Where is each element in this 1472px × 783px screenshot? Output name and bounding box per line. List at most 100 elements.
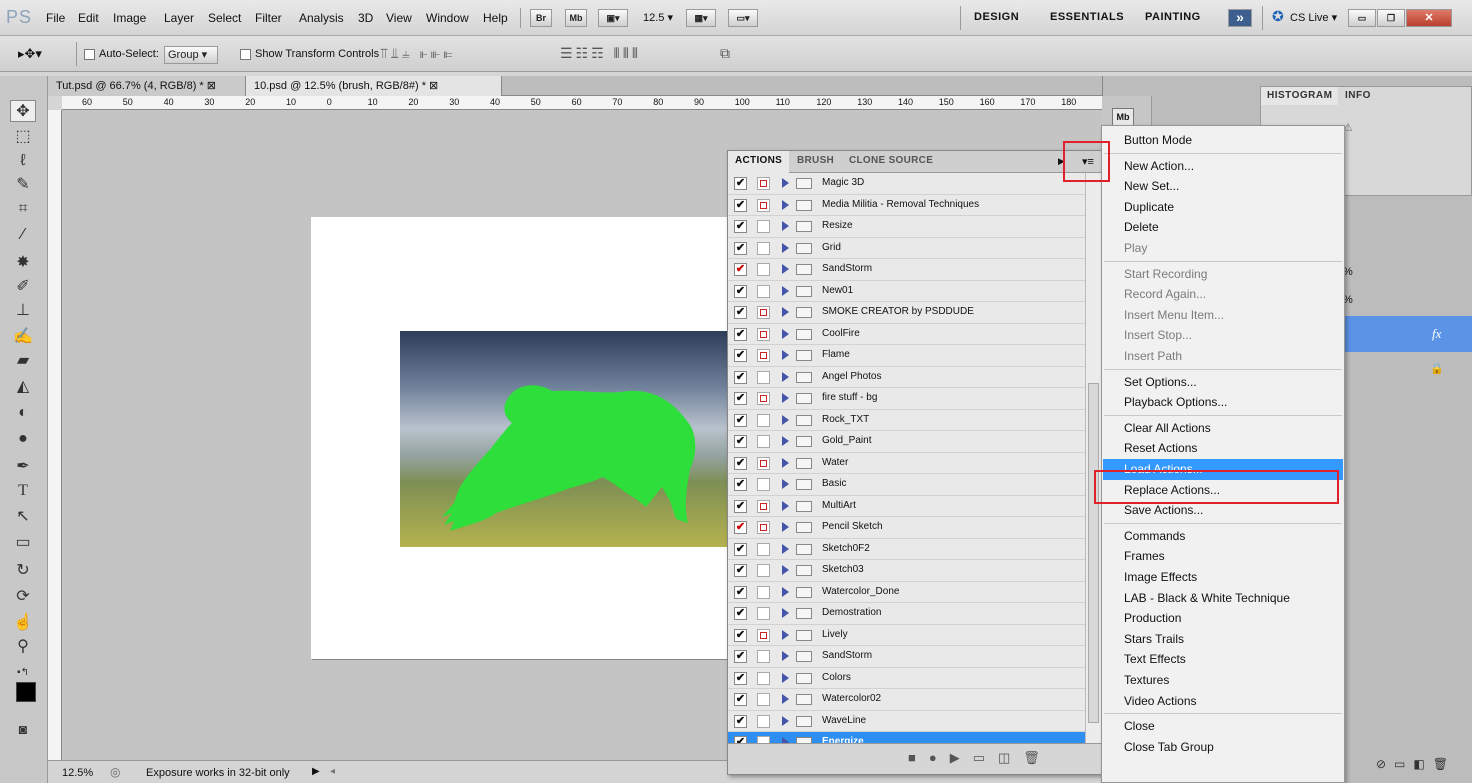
action-set-row[interactable]: ✔ Flame: [728, 345, 1085, 367]
distribute-buttons-icon[interactable]: ☰☷☶ ⦀⦀⦀: [560, 45, 641, 62]
menu-edit[interactable]: Edit: [78, 11, 99, 25]
zoom-tool-icon[interactable]: ⚲: [10, 636, 36, 658]
action-set-row[interactable]: ✔ MultiArt: [728, 496, 1085, 517]
close-window-button[interactable]: ✕: [1406, 9, 1452, 27]
action-set-row[interactable]: ✔ Watercolor_Done: [728, 582, 1085, 603]
align-buttons-icon[interactable]: ⫪⫫⫨ ⊩⊪⊫: [380, 45, 456, 62]
menu-item-text-effects[interactable]: Text Effects: [1103, 649, 1343, 670]
expand-triangle-icon[interactable]: [782, 264, 789, 274]
action-set-row[interactable]: ✔ Water: [728, 453, 1085, 474]
expand-triangle-icon[interactable]: [782, 543, 789, 554]
bridge-button[interactable]: Br: [530, 9, 552, 27]
menu-item-frames[interactable]: Frames: [1103, 546, 1343, 567]
menu-item-new-action[interactable]: New Action...: [1103, 156, 1343, 177]
dialog-toggle-checkbox[interactable]: [757, 177, 770, 190]
move-tool-icon[interactable]: ✥: [10, 100, 36, 122]
action-set-row[interactable]: ✔ Grid: [728, 238, 1085, 259]
action-set-row[interactable]: ✔ Rock_TXT: [728, 410, 1085, 431]
minimize-button[interactable]: ▭: [1348, 9, 1376, 27]
action-set-row[interactable]: ✔ fire stuff - bg: [728, 388, 1085, 410]
menu-item-stars-trails[interactable]: Stars Trails: [1103, 629, 1343, 650]
action-set-row[interactable]: ✔ Magic 3D: [728, 173, 1085, 195]
menu-filter[interactable]: Filter: [255, 11, 282, 25]
action-toggle-checkbox[interactable]: ✔: [734, 607, 747, 620]
rectangle-tool-icon[interactable]: ▭: [10, 532, 36, 554]
dialog-toggle-checkbox[interactable]: [757, 585, 770, 599]
foreground-color-swatch[interactable]: [16, 682, 36, 702]
expand-triangle-icon[interactable]: [782, 565, 789, 575]
swap-colors-icon[interactable]: ▪↰: [10, 662, 36, 684]
screen-mode-button[interactable]: ▭▾: [728, 9, 758, 27]
dialog-toggle-checkbox[interactable]: [757, 413, 770, 427]
hand-tool-icon[interactable]: ☝: [10, 612, 36, 634]
status-zoom[interactable]: 12.5%: [62, 767, 93, 779]
action-toggle-checkbox[interactable]: ✔: [734, 650, 747, 663]
menu-item-duplicate[interactable]: Duplicate: [1103, 197, 1343, 218]
tab-clone-source[interactable]: CLONE SOURCE: [842, 151, 940, 173]
action-toggle-checkbox[interactable]: ✔: [734, 220, 747, 233]
dodge-tool-icon[interactable]: ●: [10, 428, 36, 450]
expand-triangle-icon[interactable]: [782, 479, 789, 489]
blur-tool-icon[interactable]: ◐: [10, 402, 36, 424]
expand-triangle-icon[interactable]: [782, 651, 789, 661]
type-tool-icon[interactable]: T: [10, 480, 36, 502]
expand-triangle-icon[interactable]: [782, 672, 789, 683]
pen-tool-icon[interactable]: ✒: [10, 456, 36, 478]
menu-item-clear-all-actions[interactable]: Clear All Actions: [1103, 418, 1343, 439]
actions-footer-icons[interactable]: ■●▶▭◫🗑: [908, 750, 1053, 766]
action-toggle-checkbox[interactable]: ✔: [734, 177, 747, 190]
dialog-toggle-checkbox[interactable]: [757, 456, 770, 470]
menu-item-playback-options[interactable]: Playback Options...: [1103, 392, 1343, 413]
marquee-tool-icon[interactable]: ⬚: [10, 126, 36, 148]
dialog-toggle-checkbox[interactable]: [757, 650, 770, 663]
tab-histogram[interactable]: HISTOGRAM: [1261, 87, 1339, 105]
close-tab-icon[interactable]: ⊠: [207, 80, 216, 92]
workspace-design[interactable]: DESIGN: [974, 11, 1019, 23]
action-toggle-checkbox[interactable]: ✔: [734, 693, 747, 706]
dialog-toggle-checkbox[interactable]: [757, 542, 770, 556]
tab-actions[interactable]: ACTIONS: [728, 151, 790, 173]
expand-triangle-icon[interactable]: [782, 285, 789, 296]
workspace-essentials[interactable]: ESSENTIALS: [1050, 11, 1124, 23]
action-toggle-checkbox[interactable]: ✔: [734, 327, 747, 341]
auto-align-icon[interactable]: ⧉: [720, 45, 730, 62]
lasso-tool-icon[interactable]: ℓ: [10, 150, 36, 172]
action-toggle-checkbox[interactable]: ✔: [734, 499, 747, 513]
menu-3d[interactable]: 3D: [358, 11, 373, 25]
action-toggle-checkbox[interactable]: ✔: [734, 521, 747, 534]
dialog-toggle-checkbox[interactable]: [757, 714, 770, 728]
action-set-row[interactable]: ✔ Media Militia - Removal Techniques: [728, 195, 1085, 216]
dialog-toggle-checkbox[interactable]: [757, 521, 770, 534]
scrollbar-thumb[interactable]: [1088, 383, 1099, 723]
dialog-toggle-checkbox[interactable]: [757, 327, 770, 341]
action-toggle-checkbox[interactable]: ✔: [734, 284, 747, 298]
menu-analysis[interactable]: Analysis: [299, 11, 344, 25]
dialog-toggle-checkbox[interactable]: [757, 607, 770, 620]
dialog-toggle-checkbox[interactable]: [757, 435, 770, 448]
action-set-row[interactable]: ✔ WaveLine: [728, 711, 1085, 732]
path-selection-tool-icon[interactable]: ↖: [10, 506, 36, 528]
menu-item-lab-black-white-technique[interactable]: LAB - Black & White Technique: [1103, 588, 1343, 609]
dialog-toggle-checkbox[interactable]: [757, 478, 770, 491]
dialog-toggle-checkbox[interactable]: [757, 241, 770, 255]
expand-triangle-icon[interactable]: [782, 715, 789, 726]
workspace-painting[interactable]: PAINTING: [1145, 11, 1201, 23]
action-set-row[interactable]: ✔ SMOKE CREATOR by PSDDUDE: [728, 302, 1085, 324]
action-toggle-checkbox[interactable]: ✔: [734, 241, 747, 255]
scroll-left-icon[interactable]: ◂: [330, 766, 335, 777]
expand-triangle-icon[interactable]: [782, 350, 789, 360]
expand-triangle-icon[interactable]: [782, 242, 789, 253]
status-menu-arrow-icon[interactable]: ▶: [312, 766, 320, 777]
crop-tool-icon[interactable]: ⌗: [10, 198, 36, 220]
expand-triangle-icon[interactable]: [782, 221, 789, 231]
action-toggle-checkbox[interactable]: ✔: [734, 564, 747, 577]
menu-select[interactable]: Select: [208, 11, 241, 25]
dialog-toggle-checkbox[interactable]: [757, 392, 770, 405]
menu-item-set-options[interactable]: Set Options...: [1103, 372, 1343, 393]
action-set-row[interactable]: ✔ Lively: [728, 625, 1085, 646]
expand-triangle-icon[interactable]: [782, 522, 789, 532]
dialog-toggle-checkbox[interactable]: [757, 306, 770, 319]
menu-item-textures[interactable]: Textures: [1103, 670, 1343, 691]
action-toggle-checkbox[interactable]: ✔: [734, 542, 747, 556]
action-toggle-checkbox[interactable]: ✔: [734, 392, 747, 405]
